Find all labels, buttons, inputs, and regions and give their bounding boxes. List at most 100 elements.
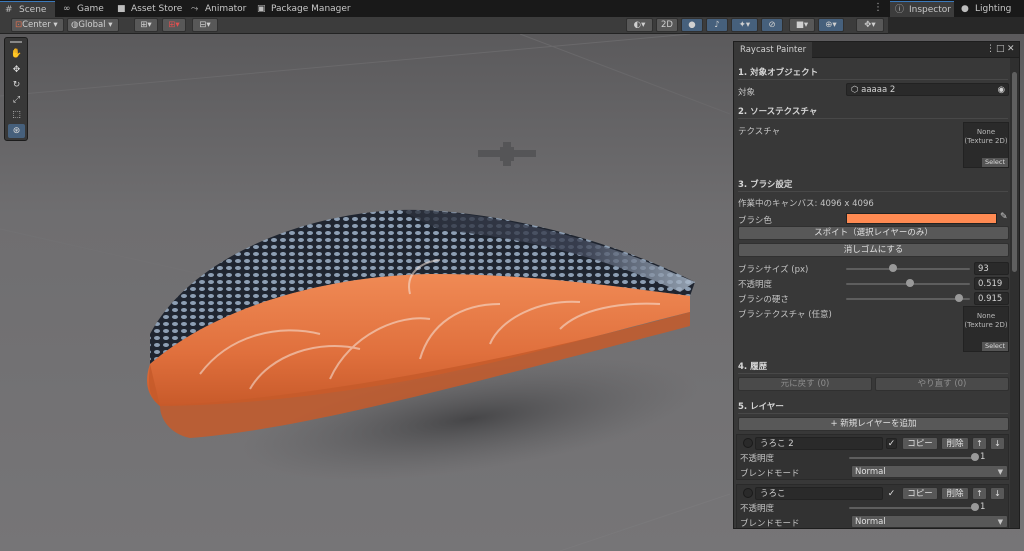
brush-texture-slot[interactable]: None (Texture 2D) Select: [963, 306, 1009, 352]
layer-blend-dropdown[interactable]: Normal ▼: [851, 465, 1008, 478]
orientation-button[interactable]: ✥▾: [856, 18, 884, 32]
window-tab[interactable]: Raycast Painter: [734, 42, 813, 58]
mode-2d-button[interactable]: 2D: [656, 18, 678, 32]
slider-knob[interactable]: [889, 264, 898, 272]
layer-name-field[interactable]: うろこ: [755, 487, 883, 500]
undo-button[interactable]: 元に戻す (0): [738, 377, 872, 391]
tab-lighting[interactable]: ● Lighting: [956, 1, 1022, 17]
layer-copy-button[interactable]: コピー: [902, 437, 938, 450]
layer-enabled-checkbox[interactable]: ✓: [886, 438, 897, 449]
store-icon: ■: [117, 4, 126, 14]
brush-color-label: ブラシ色: [738, 216, 772, 226]
close-icon[interactable]: ✕: [1007, 44, 1015, 54]
layer-opacity-slider[interactable]: [849, 453, 979, 461]
eyedropper-button[interactable]: スポイト（選択レイヤーのみ）: [738, 226, 1009, 240]
tab-asset-store-label: Asset Store: [131, 4, 183, 14]
layer-delete-button[interactable]: 削除: [941, 437, 969, 450]
hidden-objects-button[interactable]: ⊘: [761, 18, 783, 32]
tab-animator[interactable]: ⤳ Animator: [186, 1, 248, 17]
slider-knob[interactable]: [971, 503, 979, 511]
eraser-button[interactable]: 消しゴムにする: [738, 243, 1009, 257]
add-layer-button[interactable]: + 新規レイヤーを追加: [738, 417, 1009, 431]
space-dropdown[interactable]: ◍Global ▾: [67, 18, 119, 32]
redo-button[interactable]: やり直す (0): [875, 377, 1009, 391]
target-object-field[interactable]: ⬡ aaaaa 2 ◉: [846, 83, 1009, 96]
layer-opacity-slider[interactable]: [849, 503, 979, 511]
divider: [738, 413, 1008, 414]
axis-icon: ✥▾: [864, 20, 876, 30]
grid-snap-button[interactable]: ⊞▾: [134, 18, 158, 32]
snap-settings-button[interactable]: ⊞▾: [162, 18, 186, 32]
increment-snap-button[interactable]: ⊟▾: [192, 18, 218, 32]
scale-tool[interactable]: ⤢: [8, 93, 25, 107]
transform-tool[interactable]: ⊛: [8, 124, 25, 138]
tab-scene[interactable]: # Scene: [0, 1, 55, 17]
layer-blend-label: ブレンドモード: [740, 469, 800, 479]
brush-size-slider[interactable]: [846, 264, 970, 272]
camera-settings-button[interactable]: ■▾: [789, 18, 815, 32]
section-target-title: 1. 対象オブジェクト: [738, 68, 819, 78]
scale-icon: ⤢: [12, 95, 21, 105]
divider: [738, 373, 1008, 374]
layer-up-button[interactable]: ↑: [972, 437, 987, 450]
hand-tool[interactable]: ✋: [8, 47, 25, 61]
painter-content: 1. 対象オブジェクト 対象 ⬡ aaaaa 2 ◉ 2. ソーステクスチャ テ…: [734, 58, 1010, 528]
layer-name-field[interactable]: うろこ 2: [755, 437, 883, 450]
layer-item[interactable]: うろこ 2 ✓ コピー 削除 ↑ ↓ 不透明度 1 ブレンドモード Normal…: [736, 434, 1009, 480]
slider-knob[interactable]: [971, 453, 979, 461]
texture-select-button[interactable]: Select: [982, 342, 1008, 351]
target-object-value: aaaaa 2: [861, 85, 896, 95]
shading-mode-button[interactable]: ◐▾: [626, 18, 653, 32]
brush-size-field[interactable]: 93: [974, 262, 1009, 275]
layer-up-button[interactable]: ↑: [972, 487, 987, 500]
tab-asset-store[interactable]: ■ Asset Store: [112, 1, 182, 17]
rotate-icon: ↻: [12, 80, 21, 90]
lighting-toggle-button[interactable]: ●: [681, 18, 703, 32]
slider-knob[interactable]: [955, 294, 964, 302]
scrollbar-thumb[interactable]: [1012, 72, 1017, 272]
panel-scrollbar[interactable]: [1010, 58, 1019, 528]
layer-visibility-icon[interactable]: [743, 438, 753, 448]
layer-delete-button[interactable]: 削除: [941, 487, 969, 500]
effects-toggle-button[interactable]: ✦▾: [731, 18, 758, 32]
pivot-dropdown[interactable]: ⊡Center ▾: [11, 18, 64, 32]
layer-down-button[interactable]: ↓: [990, 437, 1005, 450]
texture-select-button[interactable]: Select: [982, 158, 1008, 167]
brush-size-label: ブラシサイズ (px): [738, 265, 809, 275]
more-menu-icon[interactable]: ⋮: [873, 2, 883, 13]
object-picker-icon[interactable]: ◉: [998, 84, 1005, 95]
source-texture-slot[interactable]: None (Texture 2D) Select: [963, 122, 1009, 168]
audio-toggle-button[interactable]: ♪: [706, 18, 728, 32]
layer-item[interactable]: うろこ ✓ コピー 削除 ↑ ↓ 不透明度 1 ブレンドモード Normal ▼: [736, 484, 1009, 528]
rect-tool[interactable]: ⬚: [8, 108, 25, 122]
menu-dots-icon[interactable]: ⋮: [986, 44, 995, 54]
tab-game[interactable]: ∞ Game: [58, 1, 113, 17]
tab-inspector[interactable]: ⓘ Inspector: [890, 1, 954, 17]
gizmos-button[interactable]: ⊕▾: [818, 18, 844, 32]
maximize-icon[interactable]: □: [996, 44, 1005, 54]
window-title-bar: Raycast Painter ⋮ □ ✕: [734, 42, 1019, 58]
hardness-slider[interactable]: [846, 294, 970, 302]
eyedropper-icon[interactable]: ✎: [1000, 212, 1008, 222]
package-icon: ▣: [257, 4, 266, 14]
rotate-tool[interactable]: ↻: [8, 78, 25, 92]
opacity-field[interactable]: 0.519: [974, 277, 1009, 290]
layer-enabled-checkbox[interactable]: ✓: [886, 488, 897, 499]
tab-package-manager[interactable]: ▣ Package Manager: [252, 1, 352, 17]
layer-copy-button[interactable]: コピー: [902, 487, 938, 500]
lightbulb-icon: ●: [688, 20, 696, 30]
opacity-slider[interactable]: [846, 279, 970, 287]
tool-palette: ✋ ✥ ↻ ⤢ ⬚ ⊛: [4, 37, 28, 141]
brush-color-field[interactable]: [846, 213, 997, 224]
layer-opacity-value[interactable]: 1: [980, 502, 985, 512]
section-history-title: 4. 履歴: [738, 362, 768, 372]
hardness-field[interactable]: 0.915: [974, 292, 1009, 305]
info-icon: ⓘ: [895, 5, 905, 15]
layer-visibility-icon[interactable]: [743, 488, 753, 498]
layer-blend-dropdown[interactable]: Normal ▼: [851, 515, 1008, 528]
layer-opacity-value[interactable]: 1: [980, 452, 985, 462]
move-tool[interactable]: ✥: [8, 63, 25, 77]
layer-down-button[interactable]: ↓: [990, 487, 1005, 500]
palette-grip[interactable]: [10, 41, 22, 43]
slider-knob[interactable]: [906, 279, 915, 287]
